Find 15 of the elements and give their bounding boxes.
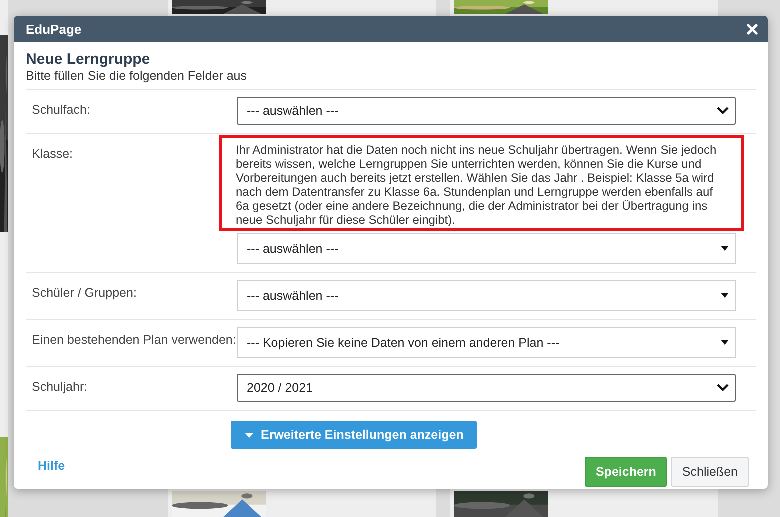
select-field[interactable]: --- auswählen ---: [237, 233, 736, 264]
notice-box: Ihr Administrator hat die Daten noch nicht ins neue Schuljahr übertragen. Wenn Sie jedoch bereits wissen, welche Lerngruppen Sie unterrichten werden, können Sie die Kurse und Vorbereitungen auch bereits jetzt erstellen. Wählen Sie das Jahr . Beispiel: Klasse 5a wird nach dem Datentransfer zu Klasse 6a. Stundenplan und Lerngruppe werden ebenfalls auf 6a gesetzt (oder eine andere Bezeichnung, die der Administrator bei der Übertragung ins neue Schuljahr für diese Schüler eingibt).: [219, 135, 744, 231]
field-label: Einen bestehenden Plan verwenden:: [31, 332, 237, 349]
select-field[interactable]: 2020 / 2021: [237, 374, 736, 402]
field-label: Schüler / Gruppen:: [31, 285, 138, 302]
window-title: EduPage: [26, 22, 82, 36]
field-label: Schulfach:: [31, 102, 92, 119]
select-field[interactable]: --- auswählen ---: [237, 97, 736, 125]
form-title: Neue Lerngruppe: [26, 51, 152, 68]
field-label: Klasse:: [31, 146, 74, 163]
close-button[interactable]: Schließen: [671, 457, 749, 487]
select-field[interactable]: --- auswählen ---: [237, 280, 736, 311]
field-label: Schuljahr:: [31, 379, 89, 396]
select-field[interactable]: --- Kopieren Sie keine Daten von einem anderen Plan ---: [237, 327, 736, 358]
form-subtitle: Bitte füllen Sie die folgenden Felder aus: [26, 69, 756, 90]
